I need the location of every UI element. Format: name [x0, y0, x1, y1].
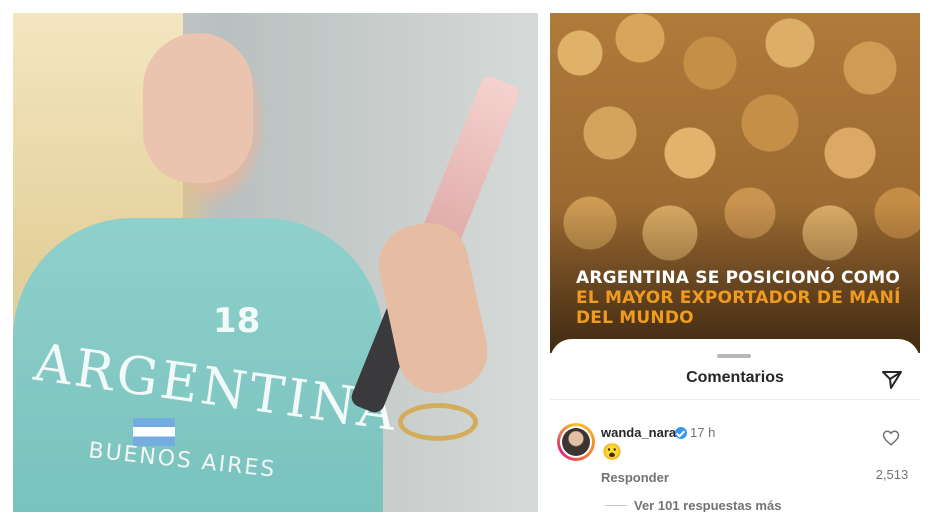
divider — [550, 399, 920, 400]
face — [143, 33, 253, 183]
drag-handle[interactable] — [717, 354, 751, 358]
headline-text: ARGENTINA SE POSICIONÓ COMO — [576, 268, 901, 288]
avatar[interactable] — [557, 423, 595, 461]
comment-time: 17 h — [690, 425, 716, 440]
view-replies-button[interactable]: Ver 101 respuestas más — [634, 498, 781, 512]
argentina-flag-icon — [133, 418, 175, 446]
bracelet — [398, 403, 478, 441]
peanuts-photo: ARGENTINA SE POSICIONÓ COMO EL MAYOR EXP… — [550, 13, 920, 353]
avatar-ring-inner — [560, 426, 592, 458]
woman-photo: 18 ARGENTINA BUENOS AIRES — [13, 13, 538, 512]
post-headline: ARGENTINA SE POSICIONÓ COMO EL MAYOR EXP… — [576, 268, 906, 328]
headline-accent-text: EL MAYOR EXPORTADOR DE MANÍ DEL MUNDO — [576, 288, 901, 328]
comments-sheet: Comentarios wanda_nara 17 h 😮 Responder … — [550, 339, 920, 512]
shirt-number: 18 — [213, 301, 261, 341]
comment-text: 😮 — [602, 444, 622, 461]
send-icon[interactable] — [880, 368, 904, 392]
verified-badge-icon — [675, 427, 687, 439]
instagram-post-panel: ARGENTINA SE POSICIONÓ COMO EL MAYOR EXP… — [550, 13, 920, 512]
heart-icon[interactable] — [882, 429, 900, 447]
like-count: 2,513 — [875, 467, 909, 482]
comments-title: Comentarios — [686, 369, 784, 386]
reply-button[interactable]: Responder — [601, 470, 669, 485]
comment-username[interactable]: wanda_nara — [601, 425, 676, 440]
replies-line — [605, 505, 627, 506]
avatar-photo — [562, 428, 590, 456]
